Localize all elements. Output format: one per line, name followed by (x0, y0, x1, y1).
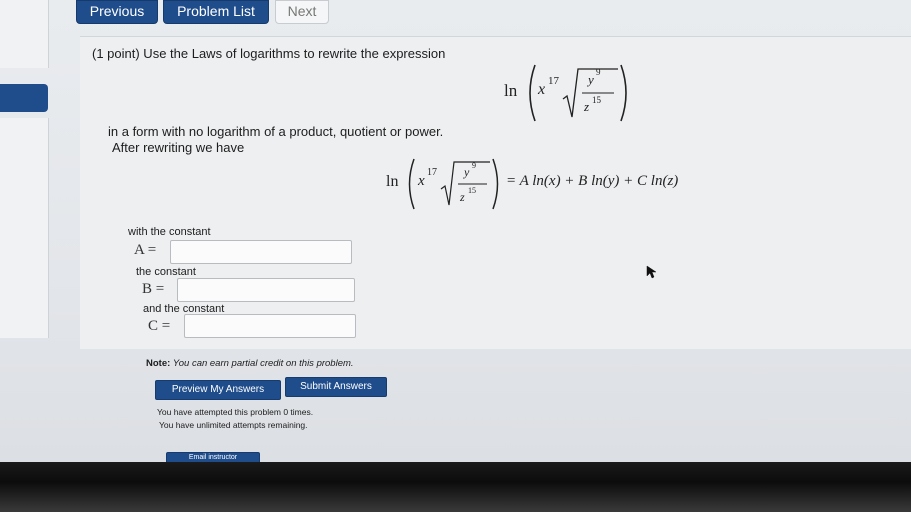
partial-credit-note: Note: You can earn partial credit on thi… (146, 358, 354, 369)
a-answer-input[interactable] (170, 240, 352, 264)
a-label: A = (134, 242, 157, 258)
note-label: Note: (146, 358, 171, 369)
attempts-text: You have attempted this problem 0 times. (157, 407, 314, 417)
b-label: B = (142, 281, 165, 297)
numerator-base: y (464, 165, 470, 179)
ln-symbol: ln (386, 173, 399, 190)
denominator-base: z (584, 99, 590, 114)
problem-panel: (1 point) Use the Laws of logarithms to … (80, 36, 911, 349)
previous-button[interactable]: Previous (76, 0, 158, 24)
rewritten-equation: ln x 17 y 9 z 15 = A ln(x) + B ln(y) + C… (386, 155, 746, 215)
x-exponent: 17 (427, 167, 437, 178)
a-prompt: with the constant (128, 226, 211, 238)
browser-screen: Previous Problem List Next (1 point) Use… (0, 0, 911, 462)
sidebar-block (0, 118, 49, 338)
monitor-bezel (0, 462, 911, 512)
b-answer-input[interactable] (177, 278, 355, 302)
denominator-base: z (460, 190, 465, 204)
problem-intro: (1 point) Use the Laws of logarithms to … (92, 46, 446, 61)
note-text: You can earn partial credit on this prob… (172, 358, 354, 369)
ln-symbol: ln (504, 81, 518, 100)
email-instructor-button[interactable]: Email instructor (166, 452, 260, 462)
left-paren (408, 158, 415, 210)
numerator-exponent: 9 (472, 161, 476, 170)
remaining-text: You have unlimited attempts remaining. (159, 420, 308, 430)
c-label: C = (148, 318, 171, 334)
next-button[interactable]: Next (275, 0, 329, 24)
sidebar-block (0, 0, 49, 68)
log-expression: ln x 17 y 9 z 15 (504, 59, 634, 127)
left-paren (529, 64, 536, 122)
b-prompt: the constant (136, 266, 196, 278)
right-paren (620, 64, 627, 122)
problem-list-button[interactable]: Problem List (163, 0, 269, 24)
preview-answers-button[interactable]: Preview My Answers (155, 380, 281, 400)
after-rewriting-text: After rewriting we have (112, 140, 245, 155)
denominator-exponent: 15 (592, 95, 601, 105)
x-base: x (418, 173, 425, 189)
x-exponent: 17 (548, 75, 559, 87)
numerator-base: y (588, 72, 594, 87)
sidebar-active-item[interactable] (0, 84, 48, 112)
mouse-cursor-icon (646, 265, 656, 279)
equation-rhs: = A ln(x) + B ln(y) + C ln(z) (506, 173, 679, 189)
instruction-text: in a form with no logarithm of a product… (108, 124, 444, 139)
right-paren (492, 158, 499, 210)
c-answer-input[interactable] (184, 314, 356, 338)
denominator-exponent: 15 (468, 186, 476, 195)
numerator-exponent: 9 (596, 67, 601, 77)
submit-answers-button[interactable]: Submit Answers (285, 377, 387, 397)
x-base: x (538, 81, 546, 98)
